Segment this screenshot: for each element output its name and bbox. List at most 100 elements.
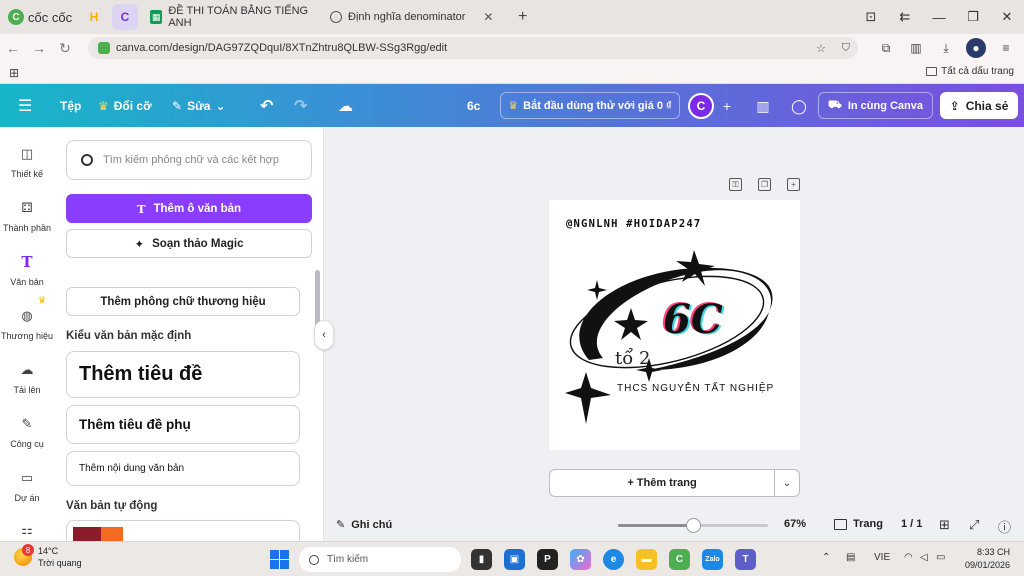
tray-chevron-up-icon[interactable]: ⌃ <box>822 552 830 563</box>
edit-menu[interactable]: ✎ Sửa ⌄ <box>172 84 226 127</box>
crown-icon: ♛ <box>508 100 519 112</box>
auto-text-thumbnail[interactable] <box>66 520 300 541</box>
tray-app-icon[interactable]: ▤ <box>846 552 855 563</box>
download-icon[interactable]: ⤓ <box>936 38 956 58</box>
undo-icon[interactable]: ↶ <box>260 84 273 127</box>
screenshot-icon[interactable]: ⊡ <box>854 9 888 25</box>
comment-icon[interactable]: ◯ <box>786 93 812 119</box>
tab-de-thi[interactable]: ▦ ĐỀ THI TOÁN BẰNG TIẾNG ANH <box>142 4 322 30</box>
new-tab-button[interactable]: + <box>518 8 527 26</box>
rail-item-elements[interactable]: ⚃ Thành phần <box>0 199 54 233</box>
lock-icon[interactable]: ⚿ <box>729 178 742 191</box>
file-menu[interactable]: Tệp <box>60 84 81 127</box>
add-page-button[interactable]: + Thêm trang <box>549 469 775 497</box>
restore-button[interactable]: ❐ <box>956 9 990 25</box>
forward-button[interactable]: → <box>26 40 52 56</box>
wifi-icon[interactable]: ◠ <box>904 552 913 563</box>
add-body-text-button[interactable]: Thêm nội dung văn bản <box>66 451 300 486</box>
all-bookmarks-button[interactable]: Tất cả dấu trang <box>926 66 1014 77</box>
edge-icon[interactable]: e <box>603 549 624 570</box>
design-artwork[interactable]: 6C 6C 6C tổ 2 THCS NGUYỄN TẤT NGHIỆP <box>549 200 800 450</box>
copilot-icon[interactable]: ✿ <box>570 549 591 570</box>
back-button[interactable]: ← <box>0 40 26 56</box>
task-view-icon[interactable]: ▮ <box>471 549 492 570</box>
add-collaborator-icon[interactable]: + <box>714 93 740 119</box>
user-avatar[interactable]: C <box>688 93 714 119</box>
add-subheading-button[interactable]: Thêm tiêu đề phụ <box>66 405 300 444</box>
rail-item-more[interactable]: ⚏ <box>0 521 54 539</box>
add-textbox-button[interactable]: T Thêm ô văn bản <box>66 194 312 223</box>
duplicate-page-icon[interactable]: ❐ <box>758 178 771 191</box>
design-title[interactable]: 6c <box>467 84 480 127</box>
back-forward-icon[interactable]: ⇇ <box>888 9 922 25</box>
font-search[interactable] <box>66 140 312 180</box>
school-text[interactable]: THCS NGUYỄN TẤT NGHIỆP <box>617 381 774 394</box>
reload-button[interactable]: ↻ <box>52 40 78 57</box>
hamburger-menu-icon[interactable]: ☰ <box>18 84 32 127</box>
group-text[interactable]: tổ 2 <box>615 347 650 369</box>
rail-item-projects[interactable]: ▭ Dự án <box>0 469 54 503</box>
tab-close-icon[interactable]: ✕ <box>483 10 493 24</box>
notes-button[interactable]: ✎ Ghi chú <box>336 518 392 532</box>
help-icon[interactable]: ⓘ <box>998 517 1011 536</box>
add-brand-font-button[interactable]: Thêm phông chữ thương hiệu <box>66 287 300 316</box>
fullscreen-icon[interactable]: ⤢ <box>969 517 979 533</box>
coccoc-taskbar-icon[interactable]: C <box>669 549 690 570</box>
collapse-panel-button[interactable]: ‹ <box>314 320 334 350</box>
taskbar-search[interactable]: Tìm kiếm <box>299 547 461 572</box>
zoom-slider-handle[interactable] <box>686 518 701 533</box>
browser-brand-name: cốc cốc <box>28 9 73 25</box>
resize-button[interactable]: ♛ Đổi cỡ <box>98 84 152 127</box>
teams-icon[interactable]: T <box>735 549 756 570</box>
add-page-options-button[interactable]: ⌄ <box>774 469 800 497</box>
input-language[interactable]: VIE <box>874 552 890 563</box>
system-clock[interactable]: 8:33 CH 09/01/2026 <box>965 546 1010 572</box>
print-with-canva-button[interactable]: ⛟ In cùng Canva <box>818 92 933 119</box>
grid-view-icon[interactable]: ⊞ <box>939 517 950 533</box>
browser-actions: ⧉ ▥ ⤓ ● ≡ <box>876 38 1016 58</box>
redo-icon[interactable]: ↷ <box>294 84 307 127</box>
weather-widget[interactable]: 8 14°C Trời quang <box>14 544 82 569</box>
rail-item-text[interactable]: T Văn bản <box>0 253 54 287</box>
browser-brand[interactable]: C cốc cốc <box>0 9 80 25</box>
zoom-percent[interactable]: 67% <box>784 518 806 530</box>
rail-item-uploads[interactable]: ☁ Tải lên <box>0 361 54 395</box>
zalo-icon[interactable]: Zalo <box>702 549 723 570</box>
pinned-tab-h-icon[interactable]: H <box>84 7 104 27</box>
battery-icon[interactable]: ▭ <box>936 552 945 563</box>
close-window-button[interactable]: ✕ <box>990 9 1024 25</box>
zoom-slider[interactable] <box>618 518 768 533</box>
address-bar[interactable]: canva.com/design/DAG97ZQDquI/8XTnZhtru8Q… <box>88 37 858 59</box>
volume-icon[interactable]: ◁ <box>920 552 928 563</box>
capcut-icon[interactable]: P <box>537 549 558 570</box>
site-info-icon[interactable] <box>98 42 110 54</box>
start-trial-button[interactable]: ♛ Bắt đầu dùng thử với giá 0 ₫ <box>500 92 680 119</box>
start-button[interactable] <box>270 550 289 569</box>
class-name-text[interactable]: 6C <box>663 296 723 343</box>
store-icon[interactable]: ▣ <box>504 549 525 570</box>
apps-grid-icon[interactable]: ⊞ <box>9 66 19 80</box>
share-button[interactable]: ⇪ Chia sẻ <box>940 92 1018 119</box>
zoom-slider-fill <box>618 524 693 527</box>
tab-dinh-nghia[interactable]: Định nghĩa denominator ✕ <box>322 4 512 30</box>
shield-icon[interactable]: ⛉ <box>842 42 850 55</box>
rail-item-brand[interactable]: ◍ Thương hiệu <box>0 307 54 341</box>
add-heading-button[interactable]: Thêm tiêu đề <box>66 351 300 398</box>
rail-item-tools[interactable]: ✎ Công cụ <box>0 415 54 449</box>
font-search-input[interactable] <box>103 154 293 166</box>
pages-button[interactable]: Trang <box>834 518 883 530</box>
design-page[interactable]: @NGNLNH #HOIDAP247 6C 6C 6C tổ 2 THCS NG… <box>549 200 800 450</box>
bookmark-star-icon[interactable]: ☆ <box>816 42 826 55</box>
analytics-icon[interactable]: ▥ <box>750 93 776 119</box>
minimize-button[interactable]: — <box>922 10 956 25</box>
profile-avatar[interactable]: ● <box>966 38 986 58</box>
cloud-saved-icon[interactable]: ☁ <box>338 84 353 127</box>
rail-item-design[interactable]: ◫ Thiết kế <box>0 145 54 179</box>
pinned-tab-canva-icon[interactable]: C <box>112 4 138 30</box>
file-explorer-icon[interactable]: ▬ <box>636 549 657 570</box>
extensions-icon[interactable]: ⧉ <box>876 38 896 58</box>
sidebar-icon[interactable]: ▥ <box>906 38 926 58</box>
add-page-icon[interactable]: + <box>787 178 800 191</box>
magic-write-button[interactable]: ✦ Soạn thảo Magic <box>66 229 312 258</box>
menu-icon[interactable]: ≡ <box>996 38 1016 58</box>
